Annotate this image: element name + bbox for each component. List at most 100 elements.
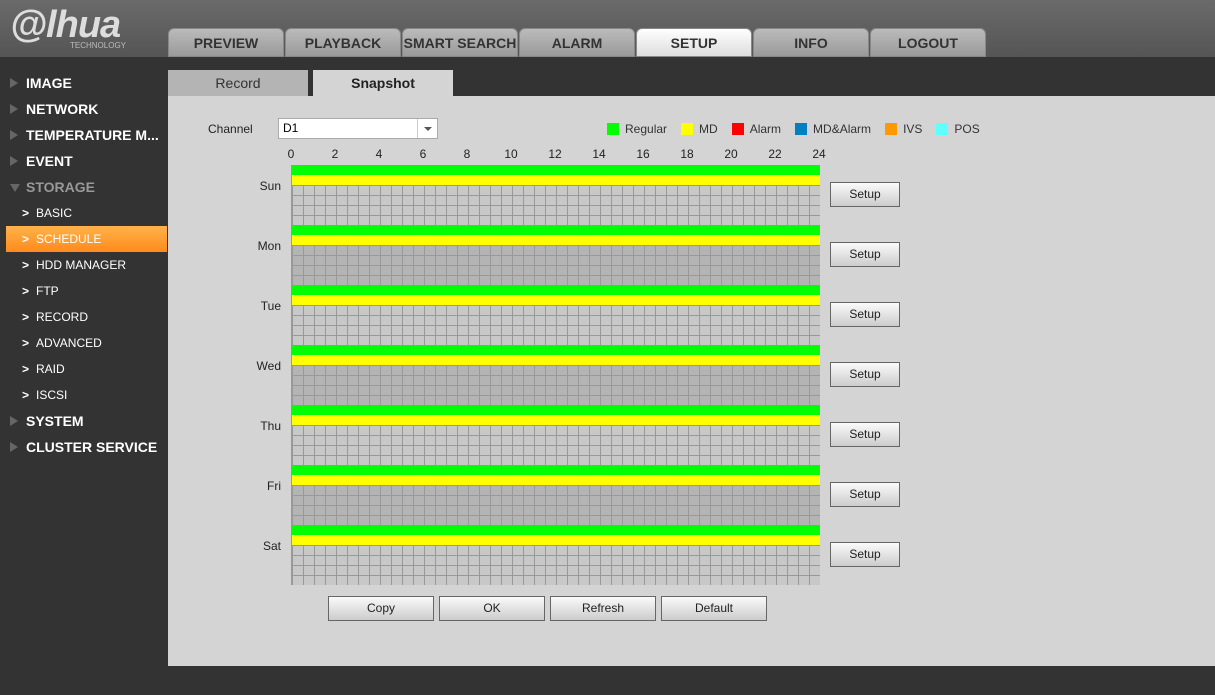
day-row-thu[interactable] (291, 405, 820, 465)
md-bar (292, 175, 820, 185)
setup-button-tue[interactable]: Setup (830, 302, 900, 327)
hour-tick-label: 14 (592, 147, 606, 161)
time-grid[interactable] (292, 365, 820, 405)
nav-tab-setup[interactable]: SETUP (636, 28, 752, 57)
time-grid[interactable] (292, 425, 820, 465)
nav-tab-info[interactable]: INFO (753, 28, 869, 57)
chevron-right-icon: > (22, 336, 30, 350)
sidebar-item-system[interactable]: SYSTEM (0, 408, 167, 434)
sidebar-item-raid[interactable]: > RAID (0, 356, 167, 382)
day-label: Wed (256, 359, 281, 373)
hour-tick-label: 6 (419, 147, 427, 161)
legend-swatch (607, 123, 619, 135)
nav-tab-logout[interactable]: LOGOUT (870, 28, 986, 57)
day-row-fri[interactable] (291, 465, 820, 525)
refresh-button[interactable]: Refresh (550, 596, 656, 621)
legend-swatch (681, 123, 694, 135)
chevron-right-icon: > (22, 206, 30, 220)
hour-tick-label: 16 (636, 147, 650, 161)
day-row-sun[interactable] (291, 165, 820, 225)
copy-button[interactable]: Copy (328, 596, 434, 621)
triangle-down-icon (10, 184, 20, 192)
md-bar (292, 415, 820, 425)
nav-tab-alarm[interactable]: ALARM (519, 28, 635, 57)
sidebar-item-basic[interactable]: > BASIC (0, 200, 167, 226)
legend: Regular MD Alarm MD&Alarm IVS POS (607, 122, 994, 136)
hour-tick-label: 20 (724, 147, 738, 161)
sidebar-item-hdd-manager[interactable]: > HDD MANAGER (0, 252, 167, 278)
nav-tab-preview[interactable]: PREVIEW (168, 28, 284, 57)
regular-bar (292, 405, 820, 415)
hour-tick-label: 2 (331, 147, 339, 161)
channel-label: Channel (208, 122, 253, 136)
day-label: Sat (262, 539, 281, 553)
chevron-right-icon: > (22, 284, 30, 298)
md-bar (292, 475, 820, 485)
day-row-tue[interactable] (291, 285, 820, 345)
sidebar-item-storage[interactable]: STORAGE (0, 174, 167, 200)
sidebar: IMAGE NETWORK TEMPERATURE M... EVENT STORAGE… (0, 70, 167, 460)
chevron-right-icon: > (22, 310, 30, 324)
legend-item: IVS (885, 122, 922, 136)
legend-item: Regular (607, 122, 667, 136)
regular-bar (292, 465, 820, 475)
regular-bar (292, 345, 820, 355)
ok-button[interactable]: OK (439, 596, 545, 621)
sidebar-item-advanced[interactable]: > ADVANCED (0, 330, 167, 356)
md-bar (292, 235, 820, 245)
default-button[interactable]: Default (661, 596, 767, 621)
sidebar-item-ftp[interactable]: > FTP (0, 278, 167, 304)
sidebar-item-temperature-m-[interactable]: TEMPERATURE M... (0, 122, 167, 148)
day-row-mon[interactable] (291, 225, 820, 285)
hour-tick-label: 12 (548, 147, 562, 161)
chevron-right-icon: > (22, 388, 30, 402)
chevron-right-icon: > (22, 258, 30, 272)
time-grid[interactable] (292, 245, 820, 285)
day-row-sat[interactable] (291, 525, 820, 585)
triangle-right-icon (10, 130, 18, 140)
day-label: Thu (260, 419, 281, 433)
legend-item: MD (681, 122, 718, 136)
tab-snapshot[interactable]: Snapshot (313, 70, 453, 96)
nav-tab-playback[interactable]: PLAYBACK (285, 28, 401, 57)
sidebar-item-image[interactable]: IMAGE (0, 70, 167, 96)
nav-tab-smart-search[interactable]: SMART SEARCH (402, 28, 518, 57)
day-label: Tue (260, 299, 281, 313)
sidebar-item-event[interactable]: EVENT (0, 148, 167, 174)
time-grid[interactable] (292, 485, 820, 525)
md-bar (292, 535, 820, 545)
setup-button-mon[interactable]: Setup (830, 242, 900, 267)
dahua-logo: @lhua TECHNOLOGY (10, 4, 127, 50)
legend-item: MD&Alarm (795, 122, 871, 136)
setup-button-fri[interactable]: Setup (830, 482, 900, 507)
sidebar-item-iscsi[interactable]: > ISCSI (0, 382, 167, 408)
hour-tick-label: 18 (680, 147, 694, 161)
setup-button-thu[interactable]: Setup (830, 422, 900, 447)
regular-bar (292, 165, 820, 175)
hour-tick-label: 24 (812, 147, 826, 161)
hour-tick-label: 22 (768, 147, 782, 161)
triangle-right-icon (10, 442, 18, 452)
setup-button-wed[interactable]: Setup (830, 362, 900, 387)
sidebar-item-record[interactable]: > RECORD (0, 304, 167, 330)
channel-select[interactable]: D1 (278, 118, 438, 139)
time-grid[interactable] (292, 185, 820, 225)
triangle-right-icon (10, 156, 18, 166)
day-label: Sun (259, 179, 281, 193)
tab-record[interactable]: Record (168, 70, 308, 96)
sidebar-item-schedule[interactable]: > SCHEDULE (6, 226, 167, 252)
sidebar-item-network[interactable]: NETWORK (0, 96, 167, 122)
time-grid[interactable] (292, 545, 820, 585)
chevron-right-icon: > (22, 232, 30, 246)
legend-swatch (731, 123, 744, 135)
setup-button-sun[interactable]: Setup (830, 182, 900, 207)
time-grid[interactable] (292, 305, 820, 345)
chevron-down-icon[interactable] (417, 119, 437, 138)
legend-item: Alarm (731, 122, 781, 136)
triangle-right-icon (10, 416, 18, 426)
day-row-wed[interactable] (291, 345, 820, 405)
hour-tick-label: 8 (463, 147, 471, 161)
regular-bar (292, 525, 820, 535)
sidebar-item-cluster-service[interactable]: CLUSTER SERVICE (0, 434, 167, 460)
setup-button-sat[interactable]: Setup (830, 542, 900, 567)
